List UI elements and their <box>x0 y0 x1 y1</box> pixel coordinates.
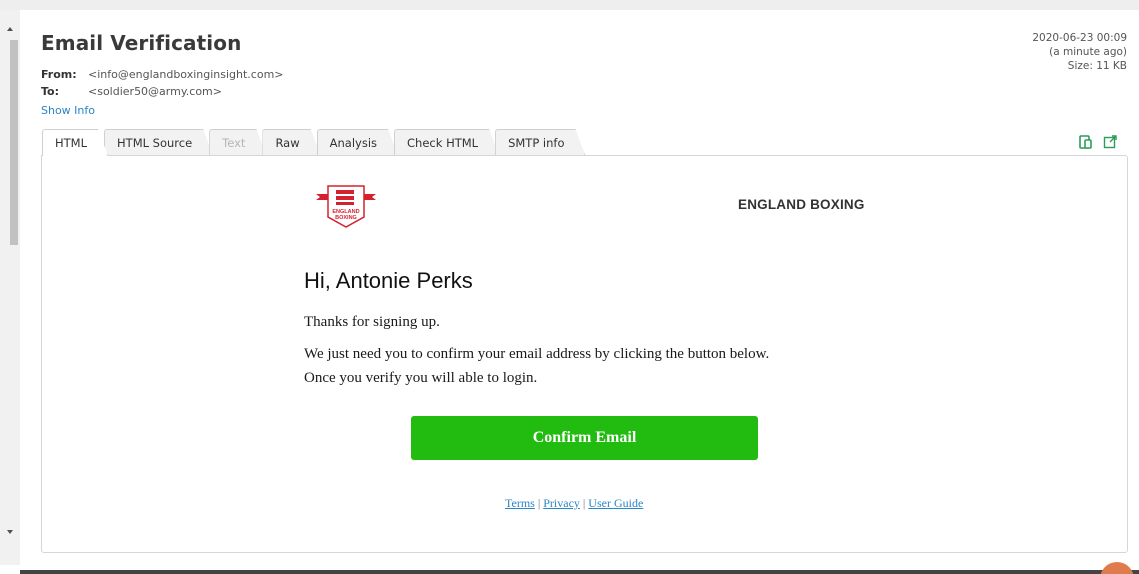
brand-name: ENGLAND BOXING <box>738 197 865 212</box>
bottom-bar <box>20 570 1139 574</box>
tab-html-source[interactable]: HTML Source <box>104 129 213 156</box>
scrollbar-thumb[interactable] <box>10 40 18 245</box>
scroll-up-arrow-icon[interactable] <box>7 27 13 31</box>
from-address: <info@englandboxinginsight.com> <box>88 68 284 81</box>
top-strip <box>0 0 1139 10</box>
show-info-link[interactable]: Show Info <box>41 104 95 117</box>
open-external-icon[interactable] <box>1103 135 1117 149</box>
chat-widget-icon[interactable] <box>1100 562 1134 574</box>
message-relative-time: (a minute ago) <box>1049 46 1127 58</box>
greeting-heading: Hi, Antonie Perks <box>304 268 473 293</box>
tab-check-html[interactable]: Check HTML <box>394 129 499 156</box>
from-label: From: <box>41 68 77 81</box>
message-meta: 2020-06-23 00:09 (a minute ago) Size: 11… <box>1032 31 1127 73</box>
message-size: Size: 11 KB <box>1067 60 1127 72</box>
to-row: To: <soldier50@army.com> <box>41 85 222 98</box>
separator: | <box>582 496 586 510</box>
user-guide-link[interactable]: User Guide <box>588 496 643 510</box>
scroll-down-arrow-icon[interactable] <box>7 530 13 534</box>
tab-text[interactable]: Text <box>209 129 266 156</box>
thanks-text: Thanks for signing up. <box>304 314 440 330</box>
footer-links: Terms | Privacy | User Guide <box>505 496 643 511</box>
email-subject-title: Email Verification <box>41 31 242 55</box>
instruction-text-line2: Once you verify you will able to login. <box>304 370 538 386</box>
tab-smtp-info[interactable]: SMTP info <box>495 129 585 156</box>
tab-html[interactable]: HTML <box>42 129 108 156</box>
to-address: <soldier50@army.com> <box>88 85 222 98</box>
vertical-scrollbar[interactable] <box>0 10 20 565</box>
view-icons <box>1079 135 1117 149</box>
message-date: 2020-06-23 00:09 <box>1032 32 1127 44</box>
to-label: To: <box>41 85 59 98</box>
tab-raw[interactable]: Raw <box>262 129 320 156</box>
confirm-email-button[interactable]: Confirm Email <box>411 416 758 460</box>
instruction-text-line1: We just need you to confirm your email a… <box>304 346 770 362</box>
privacy-link[interactable]: Privacy <box>543 496 580 510</box>
logo-text-boxing: BOXING <box>335 215 357 221</box>
england-boxing-logo: ENGLAND BOXING <box>316 183 376 229</box>
mobile-view-icon[interactable] <box>1079 135 1093 149</box>
separator: | <box>537 496 541 510</box>
view-tabs: HTML HTML Source Text Raw Analysis Check… <box>42 129 581 156</box>
tab-analysis[interactable]: Analysis <box>317 129 398 156</box>
from-row: From: <info@englandboxinginsight.com> <box>41 68 284 81</box>
terms-link[interactable]: Terms <box>505 496 535 510</box>
